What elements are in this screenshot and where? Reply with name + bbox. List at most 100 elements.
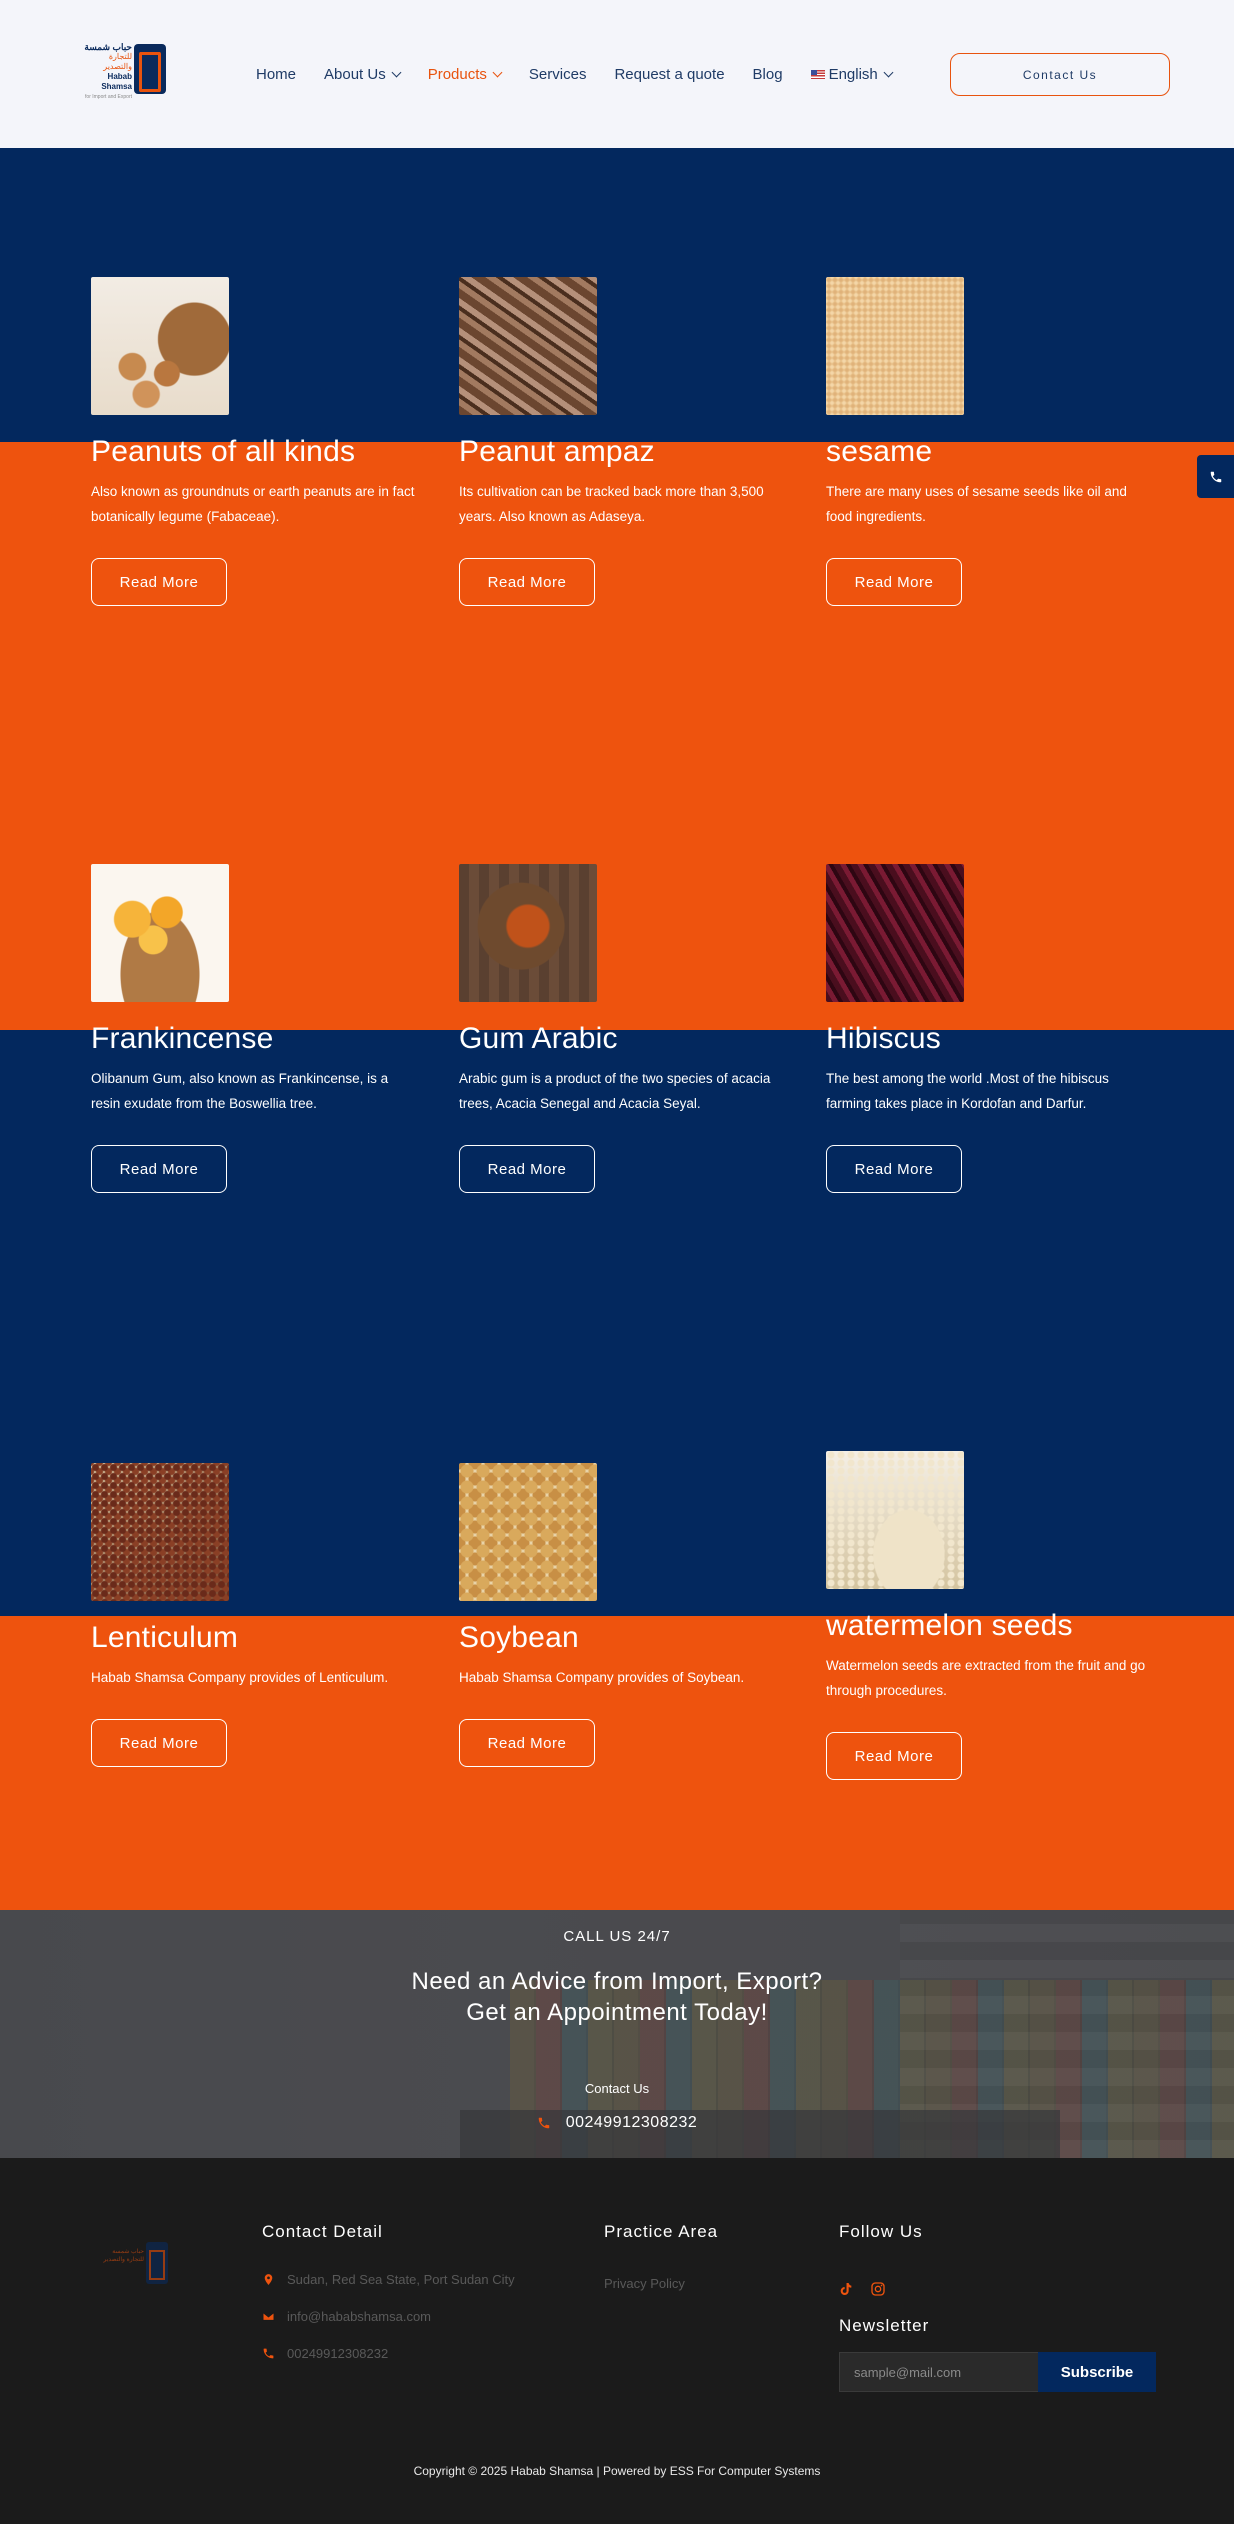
instagram-icon[interactable] (870, 2281, 886, 2297)
nav-request-quote[interactable]: Request a quote (614, 66, 724, 83)
read-more-button[interactable]: Read More (459, 558, 595, 606)
product-description: Its cultivation can be tracked back more… (459, 484, 764, 524)
cta-heading-line-2: Get an Appointment Today! (466, 1999, 768, 2026)
envelope-icon (262, 2312, 275, 2321)
us-flag-icon (810, 69, 825, 79)
site-header: حباب شمسة للتجارة والتصدير Habab Shamsa … (0, 0, 1234, 148)
language-selector[interactable]: English (810, 65, 894, 83)
footer-phone[interactable]: 00249912308232 (262, 2346, 388, 2361)
product-title[interactable]: Frankincense (91, 1022, 431, 1056)
product-description: The best among the world .Most of the hi… (826, 1071, 1109, 1111)
logo-mark-icon (134, 44, 166, 94)
nav-services[interactable]: Services (529, 66, 587, 83)
cta-heading-line-1: Need an Advice from Import, Export? (411, 1968, 823, 1995)
footer-logo[interactable]: حباب شمسة للتجارة والتصدير (100, 2242, 170, 2284)
footer-email[interactable]: info@hababshamsa.com (262, 2309, 431, 2324)
product-description: Also known as groundnuts or earth peanut… (91, 484, 415, 524)
product-image-hibiscus[interactable] (826, 864, 964, 1002)
footer-phone-text: 00249912308232 (287, 2346, 389, 2361)
location-pin-icon (264, 2274, 273, 2285)
newsletter-email-input[interactable] (839, 2352, 1039, 2392)
read-more-button[interactable]: Read More (91, 1145, 227, 1193)
product-image-lenticulum[interactable] (91, 1463, 229, 1601)
product-image-gum-arabic[interactable] (459, 864, 597, 1002)
floating-call-button[interactable] (1197, 455, 1234, 498)
footer-logo-arabic-tagline: للتجارة والتصدير (103, 2257, 144, 2263)
logo-arabic-name: حباب شمسة (84, 42, 132, 52)
social-links (838, 2281, 902, 2297)
cta-phone-link[interactable]: 00249912308232 (0, 2114, 1234, 2132)
read-more-button[interactable]: Read More (459, 1145, 595, 1193)
product-title[interactable]: Lenticulum (91, 1621, 431, 1655)
read-more-button[interactable]: Read More (826, 1145, 962, 1193)
footer-logo-text: حباب شمسة للتجارة والتصدير (100, 2248, 144, 2264)
site-logo[interactable]: حباب شمسة للتجارة والتصدير Habab Shamsa … (84, 42, 166, 100)
product-title[interactable]: Peanuts of all kinds (91, 435, 431, 469)
product-image-soybean[interactable] (459, 1463, 597, 1601)
nav-services-label: Services (528, 65, 587, 83)
product-image-watermelon-seeds[interactable] (826, 1451, 964, 1589)
product-image-sesame[interactable] (826, 277, 964, 415)
product-description: Watermelon seeds are extracted from the … (826, 1658, 1146, 1698)
phone-icon (263, 2348, 274, 2359)
nav-blog-label: Blog (752, 65, 783, 83)
read-more-button[interactable]: Read More (91, 1719, 227, 1767)
product-card: Lenticulum Habab Shamsa Company provides… (91, 1463, 431, 1767)
product-image-peanuts[interactable] (91, 277, 229, 415)
footer-practice-title: Practice Area (604, 2222, 719, 2241)
privacy-policy-link[interactable]: Privacy Policy (604, 2276, 685, 2291)
product-title[interactable]: watermelon seeds (826, 1609, 1166, 1643)
nav-about-us[interactable]: About Us (324, 66, 402, 83)
copyright-text: Copyright © 2025 Habab Shamsa | Powered … (413, 2464, 821, 2478)
logo-english-tagline: for Import and Export (85, 94, 132, 100)
read-more-button[interactable]: Read More (826, 1732, 962, 1780)
footer-logo-arabic-name: حباب شمسة (112, 2249, 144, 2255)
cta-contact-label: Contact Us (584, 2081, 650, 2096)
product-title[interactable]: Soybean (459, 1621, 799, 1655)
footer-follow-title: Follow Us (839, 2222, 923, 2241)
product-card: Hibiscus The best among the world .Most … (826, 864, 1166, 1193)
main-nav: Home About Us Products Services Request … (256, 64, 920, 84)
footer-newsletter-title: Newsletter (839, 2316, 930, 2335)
logo-english-name: Habab Shamsa (101, 72, 132, 91)
read-more-button[interactable]: Read More (459, 1719, 595, 1767)
cta-heading: Need an Advice from Import, Export? Get … (0, 1966, 1234, 2028)
product-description: Habab Shamsa Company provides of Soybean… (459, 1670, 745, 1685)
footer-address: Sudan, Red Sea State, Port Sudan City (262, 2272, 515, 2287)
logo-arabic-tagline: للتجارة والتصدير (103, 52, 132, 71)
phone-icon (1210, 471, 1221, 482)
tiktok-icon[interactable] (838, 2281, 854, 2297)
product-title[interactable]: Gum Arabic (459, 1022, 799, 1056)
nav-home[interactable]: Home (256, 66, 296, 83)
product-title[interactable]: Peanut ampaz (459, 435, 799, 469)
footer-email-text: info@hababshamsa.com (287, 2309, 431, 2324)
cta-call-label: CALL US 24/7 (563, 1928, 671, 1945)
product-card: Frankincense Olibanum Gum, also known as… (91, 864, 431, 1193)
product-description: Arabic gum is a product of the two speci… (459, 1071, 771, 1111)
product-title[interactable]: sesame (826, 435, 1166, 469)
chevron-down-icon (391, 67, 402, 77)
product-title[interactable]: Hibiscus (826, 1022, 1166, 1056)
product-card: Peanut ampaz Its cultivation can be trac… (459, 277, 799, 606)
nav-blog[interactable]: Blog (753, 66, 783, 83)
nav-products[interactable]: Products (428, 66, 503, 83)
nav-home-label: Home (256, 65, 297, 83)
chevron-down-icon (883, 67, 894, 77)
header-contact-button[interactable]: Contact Us (950, 53, 1170, 96)
subscribe-button[interactable]: Subscribe (1038, 2352, 1156, 2392)
logo-text: حباب شمسة للتجارة والتصدير Habab Shamsa … (84, 42, 132, 100)
product-description: Habab Shamsa Company provides of Lenticu… (91, 1670, 389, 1685)
product-image-peanut-ampaz[interactable] (459, 277, 597, 415)
product-card: sesame There are many uses of sesame see… (826, 277, 1166, 606)
product-image-frankincense[interactable] (91, 864, 229, 1002)
language-label: English (828, 65, 878, 83)
nav-request-quote-label: Request a quote (614, 65, 725, 83)
product-description: There are many uses of sesame seeds like… (826, 484, 1127, 524)
read-more-button[interactable]: Read More (91, 558, 227, 606)
chevron-down-icon (492, 67, 503, 77)
footer-address-text: Sudan, Red Sea State, Port Sudan City (287, 2272, 515, 2287)
product-description: Olibanum Gum, also known as Frankincense… (91, 1071, 389, 1111)
site-footer: حباب شمسة للتجارة والتصدير Contact Detai… (0, 2158, 1234, 2524)
product-card: Soybean Habab Shamsa Company provides of… (459, 1463, 799, 1767)
read-more-button[interactable]: Read More (826, 558, 962, 606)
